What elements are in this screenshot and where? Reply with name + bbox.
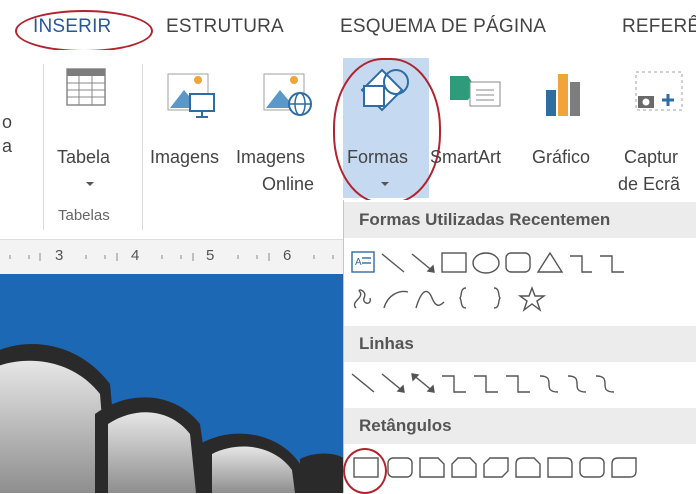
svg-text:A: A <box>355 257 362 268</box>
arrow-shape-icon <box>411 253 435 273</box>
round-diagonal-corner-rectangle-icon <box>611 457 637 478</box>
oval-shape-icon <box>472 252 500 274</box>
curved-arrow-connector-icon <box>567 375 587 393</box>
recent-shapes-row-2[interactable] <box>344 284 696 316</box>
rectangles-title: Retângulos <box>359 416 452 435</box>
line-shape-icon <box>381 253 405 273</box>
tab-estrutura[interactable]: ESTRUTURA <box>166 16 284 38</box>
elbow-connector-icon <box>442 375 466 393</box>
elbow-connector-icon <box>570 255 592 273</box>
cut-left-label-1: o <box>2 112 13 132</box>
elbow-double-arrow-connector-icon <box>506 375 530 393</box>
document-graphic <box>0 344 345 493</box>
rectangles-header: Retângulos <box>344 408 696 444</box>
line-icon <box>351 373 375 393</box>
double-arrow-line-icon <box>411 373 435 393</box>
freeform-scribble-icon <box>353 289 371 309</box>
recent-shapes-title: Formas Utilizadas Recentemen <box>359 210 611 229</box>
elbow-arrow-connector-icon <box>474 375 498 393</box>
grafico-button[interactable]: Gráfico <box>530 60 614 170</box>
tabela-label: Tabela <box>57 147 111 167</box>
tabela-button[interactable]: Tabela <box>50 60 130 190</box>
rounded-rectangle-shape-icon <box>505 252 531 273</box>
curved-connector-icon <box>539 375 559 393</box>
cut-left-label-2: a <box>2 136 13 156</box>
bar-chart-icon <box>546 74 580 116</box>
group-separator <box>43 64 44 230</box>
rectangle-shape-icon <box>441 252 467 273</box>
tabelas-group-label: Tabelas <box>58 207 110 224</box>
recent-shapes-row-1[interactable]: A <box>344 248 696 280</box>
captura-label-2: de Ecrã <box>618 174 681 194</box>
recent-shapes-header: Formas Utilizadas Recentemen <box>344 202 696 238</box>
tabela-dropdown-arrow <box>86 182 94 186</box>
ruler-ticks <box>9 253 334 261</box>
smartart-button[interactable]: SmartArt <box>430 60 528 170</box>
imagens-online-button[interactable]: Imagens Online <box>236 60 332 200</box>
line-arrow-icon <box>381 373 405 393</box>
curved-double-arrow-connector-icon <box>595 375 615 393</box>
snip-same-side-corner-rectangle-icon <box>451 457 477 478</box>
picture-globe-icon <box>263 73 312 116</box>
table-icon <box>66 68 106 106</box>
lines-shapes-row[interactable] <box>344 368 696 400</box>
document-canvas[interactable] <box>0 274 345 493</box>
text-box-icon: A <box>351 251 375 273</box>
elbow-arrow-connector-icon <box>600 255 624 273</box>
captura-de-ecra-button[interactable]: Captur de Ecrã <box>614 60 696 200</box>
snip-and-round-rectangle-icon <box>515 457 541 478</box>
grafico-label: Gráfico <box>532 147 591 167</box>
snip-diagonal-corner-rectangle-icon <box>483 457 509 478</box>
rounded-rectangle-icon <box>387 457 413 478</box>
imagens-online-label-1: Imagens <box>236 147 306 167</box>
smartart-icon <box>450 76 501 107</box>
left-brace-icon <box>459 287 467 309</box>
snip-single-corner-rectangle-icon <box>419 457 445 478</box>
curve-shape-icon <box>415 290 445 309</box>
captura-label-1: Captur <box>624 147 679 167</box>
picture-monitor-icon <box>167 73 215 118</box>
imagens-label: Imagens <box>150 147 220 167</box>
right-brace-icon <box>493 287 501 309</box>
round-same-side-corner-rectangle-icon <box>579 457 605 478</box>
group-separator <box>142 64 143 230</box>
inserir-highlight-oval <box>15 10 153 52</box>
arc-shape-icon <box>383 290 409 309</box>
tab-esquema-de-pagina[interactable]: ESQUEMA DE PÁGINA <box>340 16 546 38</box>
triangle-shape-icon <box>536 251 564 273</box>
tab-referencias[interactable]: REFERÊ <box>622 16 696 38</box>
formas-highlight-oval <box>333 58 441 204</box>
smartart-label: SmartArt <box>430 147 502 167</box>
lines-title: Linhas <box>359 334 414 353</box>
rectangles-shapes-row[interactable] <box>344 450 696 490</box>
horizontal-ruler[interactable]: 3 4 5 6 <box>0 239 345 275</box>
shapes-gallery-panel: Formas Utilizadas Recentemen A Linhas Re… <box>343 200 696 493</box>
rectangle-highlight-oval <box>343 448 387 494</box>
screenshot-camera-icon <box>635 71 683 111</box>
round-single-corner-rectangle-icon <box>547 457 573 478</box>
imagens-button[interactable]: Imagens <box>148 60 240 170</box>
star-shape-icon <box>517 286 547 312</box>
lines-header: Linhas <box>344 326 696 362</box>
imagens-online-label-2: Online <box>262 174 315 194</box>
